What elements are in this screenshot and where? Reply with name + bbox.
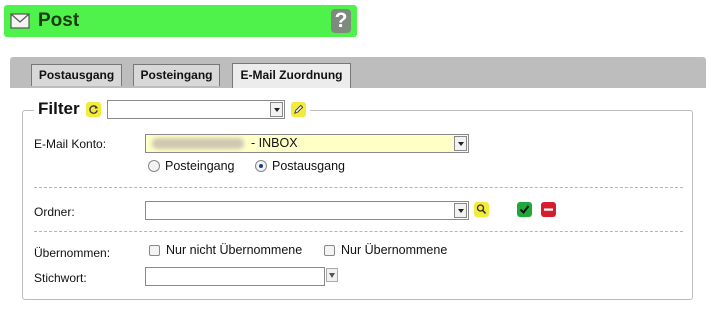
filter-title: Filter <box>38 99 80 118</box>
dropdown-arrow-icon <box>454 136 467 151</box>
edit-pencil-icon[interactable] <box>290 101 306 117</box>
checkbox-only-not-taken-over[interactable]: Nur nicht Übernommene <box>149 243 302 257</box>
keyword-input[interactable] <box>145 267 325 286</box>
mail-icon <box>10 13 30 32</box>
remove-minus-icon[interactable] <box>541 202 556 217</box>
dropdown-arrow-icon <box>454 203 467 218</box>
keyword-label: Stichwort: <box>34 271 87 285</box>
window-title-bar: Post ? <box>4 5 357 37</box>
tab-posteingang[interactable]: Posteingang <box>133 64 220 86</box>
filter-preset-select[interactable] <box>106 99 285 119</box>
divider <box>34 231 683 232</box>
radio-label: Posteingang <box>165 159 235 173</box>
folder-select[interactable] <box>145 201 469 220</box>
radio-button-selected[interactable] <box>255 160 267 172</box>
redacted-email <box>152 138 244 149</box>
radio-button[interactable] <box>148 160 160 172</box>
email-account-label: E-Mail Konto: <box>34 137 107 151</box>
email-account-select[interactable]: - INBOX <box>145 134 469 153</box>
checkbox-label: Nur Übernommene <box>341 243 448 257</box>
tab-postausgang[interactable]: Postausgang <box>31 64 122 86</box>
confirm-check-icon[interactable] <box>517 202 532 217</box>
filter-legend: Filter <box>34 98 310 120</box>
help-icon[interactable]: ? <box>331 9 351 33</box>
checkbox-only-taken-over[interactable]: Nur Übernommene <box>324 243 447 257</box>
divider <box>34 187 683 188</box>
radio-posteingang[interactable]: Posteingang <box>148 159 235 173</box>
keyword-dropdown-icon[interactable] <box>326 268 338 282</box>
refresh-icon[interactable] <box>85 101 101 117</box>
tab-bar: Postausgang Posteingang E-Mail Zuordnung <box>10 57 706 88</box>
checkbox[interactable] <box>324 244 335 256</box>
checkbox[interactable] <box>149 244 160 256</box>
folder-label: Ordner: <box>34 205 75 219</box>
email-account-value: - INBOX <box>251 136 298 150</box>
window-title: Post <box>38 10 80 31</box>
radio-label: Postausgang <box>272 159 345 173</box>
dropdown-arrow-icon <box>269 101 283 117</box>
radio-postausgang[interactable]: Postausgang <box>255 159 345 173</box>
search-icon[interactable] <box>474 202 489 217</box>
checkbox-label: Nur nicht Übernommene <box>166 243 303 257</box>
tab-email-zuordnung[interactable]: E-Mail Zuordnung <box>232 63 351 88</box>
taken-over-label: Übernommen: <box>34 246 111 260</box>
